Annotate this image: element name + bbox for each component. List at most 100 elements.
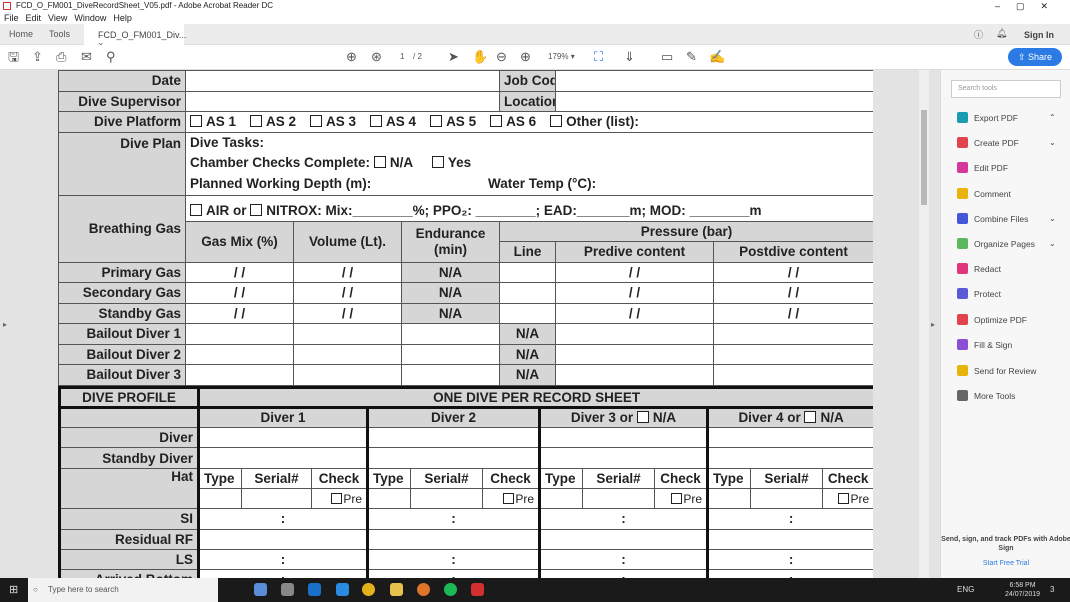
cell[interactable]: [185, 323, 294, 345]
location-field[interactable]: [555, 90, 873, 112]
comment-icon[interactable]: ▭: [661, 50, 673, 64]
platform-as6-checkbox[interactable]: AS 6: [490, 114, 536, 129]
cell[interactable]: [401, 364, 500, 386]
zoom-in-icon[interactable]: ⊕: [520, 50, 531, 64]
cell[interactable]: [713, 323, 873, 345]
acrobat-icon[interactable]: [471, 583, 484, 596]
sign-icon[interactable]: ✍: [709, 50, 725, 64]
job-code-field[interactable]: [555, 70, 873, 92]
cell[interactable]: [555, 343, 714, 365]
cell[interactable]: [293, 364, 402, 386]
spotify-icon[interactable]: [444, 583, 457, 596]
predive-cell[interactable]: / /: [555, 261, 714, 283]
standby-field[interactable]: [538, 447, 708, 469]
hat-serial-field[interactable]: [582, 487, 655, 510]
search-icon[interactable]: ⚲: [106, 50, 116, 64]
hat-pre-checkbox[interactable]: Pre: [821, 487, 873, 510]
tab-tools[interactable]: Tools: [49, 29, 70, 39]
date-field[interactable]: [185, 70, 500, 92]
menu-window[interactable]: Window: [74, 13, 106, 23]
prev-page-icon[interactable]: ⊕: [346, 50, 357, 64]
hat-serial-field[interactable]: [750, 487, 823, 510]
zoom-out-icon[interactable]: ⊖: [496, 50, 507, 64]
next-page-icon[interactable]: ⊛: [371, 50, 382, 64]
arrived-field[interactable]: :: [538, 569, 708, 578]
vertical-scrollbar[interactable]: [919, 70, 929, 578]
email-icon[interactable]: ✉: [81, 50, 92, 64]
tool-protect[interactable]: Protect: [957, 287, 1001, 301]
firefox-icon[interactable]: [417, 583, 430, 596]
menu-help[interactable]: Help: [113, 13, 132, 23]
diver-field[interactable]: [366, 427, 540, 449]
standby-field[interactable]: [705, 447, 873, 469]
sign-in-link[interactable]: Sign In: [1024, 30, 1054, 40]
platform-as5-checkbox[interactable]: AS 5: [430, 114, 476, 129]
tool-redact[interactable]: Redact: [957, 262, 1001, 276]
tool-send-review[interactable]: Send for Review: [957, 364, 1036, 378]
hat-type-field[interactable]: [366, 487, 411, 510]
tool-more-tools[interactable]: More Tools: [957, 389, 1015, 403]
tool-comment[interactable]: Comment: [957, 187, 1011, 201]
share-button[interactable]: ⇧ Share: [1008, 48, 1062, 66]
tool-edit-pdf[interactable]: Edit PDF: [957, 161, 1008, 175]
cell[interactable]: [185, 343, 294, 365]
cell[interactable]: [401, 323, 500, 345]
cell[interactable]: [555, 364, 714, 386]
outlook-icon[interactable]: [308, 583, 321, 596]
save-icon[interactable]: 🖫: [8, 50, 19, 64]
ls-field[interactable]: :: [366, 548, 540, 571]
diver-field[interactable]: [197, 427, 368, 449]
arrived-field[interactable]: :: [366, 569, 540, 578]
windows-start-icon[interactable]: ⊞: [9, 583, 18, 596]
si-field[interactable]: :: [366, 508, 540, 530]
platform-as3-checkbox[interactable]: AS 3: [310, 114, 356, 129]
platform-as1-checkbox[interactable]: AS 1: [190, 114, 236, 129]
supervisor-field[interactable]: [185, 90, 500, 112]
zoom-level-select[interactable]: 179% ▾: [548, 52, 575, 61]
postdive-cell[interactable]: / /: [713, 261, 873, 283]
line-cell[interactable]: [499, 302, 556, 324]
gas-mix-cell[interactable]: / /: [185, 302, 294, 324]
tool-create-pdf[interactable]: Create PDF ⌄: [957, 136, 1056, 150]
residual-field[interactable]: [538, 528, 708, 550]
hand-tool-icon[interactable]: ✋: [472, 50, 488, 64]
postdive-cell[interactable]: / /: [713, 282, 873, 304]
predive-cell[interactable]: / /: [555, 302, 714, 324]
line-cell[interactable]: [499, 261, 556, 283]
page-number-input[interactable]: 1: [400, 52, 404, 61]
diver-field[interactable]: [538, 427, 708, 449]
diver-4-na-checkbox[interactable]: N/A: [804, 410, 844, 425]
predive-cell[interactable]: / /: [555, 282, 714, 304]
residual-field[interactable]: [705, 528, 873, 550]
residual-field[interactable]: [366, 528, 540, 550]
upload-icon[interactable]: ⇪: [32, 50, 43, 64]
taskbar-search[interactable]: ○ Type here to search: [28, 578, 218, 602]
menu-edit[interactable]: Edit: [26, 13, 42, 23]
ls-field[interactable]: :: [538, 548, 708, 571]
standby-field[interactable]: [197, 447, 368, 469]
cell[interactable]: [713, 343, 873, 365]
fit-page-icon[interactable]: ⛶: [594, 50, 603, 64]
platform-as2-checkbox[interactable]: AS 2: [250, 114, 296, 129]
language-indicator[interactable]: ENG: [957, 585, 974, 594]
platform-as4-checkbox[interactable]: AS 4: [370, 114, 416, 129]
cell[interactable]: [293, 323, 402, 345]
cell[interactable]: [185, 364, 294, 386]
scroll-mode-icon[interactable]: ⇓: [624, 50, 635, 64]
volume-cell[interactable]: / /: [293, 302, 402, 324]
left-panel-toggle-icon[interactable]: ▸: [3, 320, 7, 329]
bell-icon[interactable]: 🔔︎: [996, 28, 1007, 39]
tool-organize-pages[interactable]: Organize Pages ⌄: [957, 237, 1056, 251]
tool-combine-files[interactable]: Combine Files ⌄: [957, 212, 1056, 226]
cell[interactable]: [713, 364, 873, 386]
help-icon[interactable]: ⓘ: [974, 28, 983, 41]
arrived-field[interactable]: :: [197, 569, 368, 578]
chamber-na-checkbox[interactable]: N/A: [373, 155, 413, 170]
edge-icon[interactable]: [336, 583, 349, 596]
si-field[interactable]: :: [197, 508, 368, 530]
volume-cell[interactable]: / /: [293, 282, 402, 304]
start-free-trial-link[interactable]: Start Free Trial: [941, 559, 1070, 568]
ls-field[interactable]: :: [197, 548, 368, 571]
tool-optimize-pdf[interactable]: Optimize PDF: [957, 313, 1027, 327]
tool-export-pdf[interactable]: Export PDF ⌃: [957, 111, 1056, 125]
